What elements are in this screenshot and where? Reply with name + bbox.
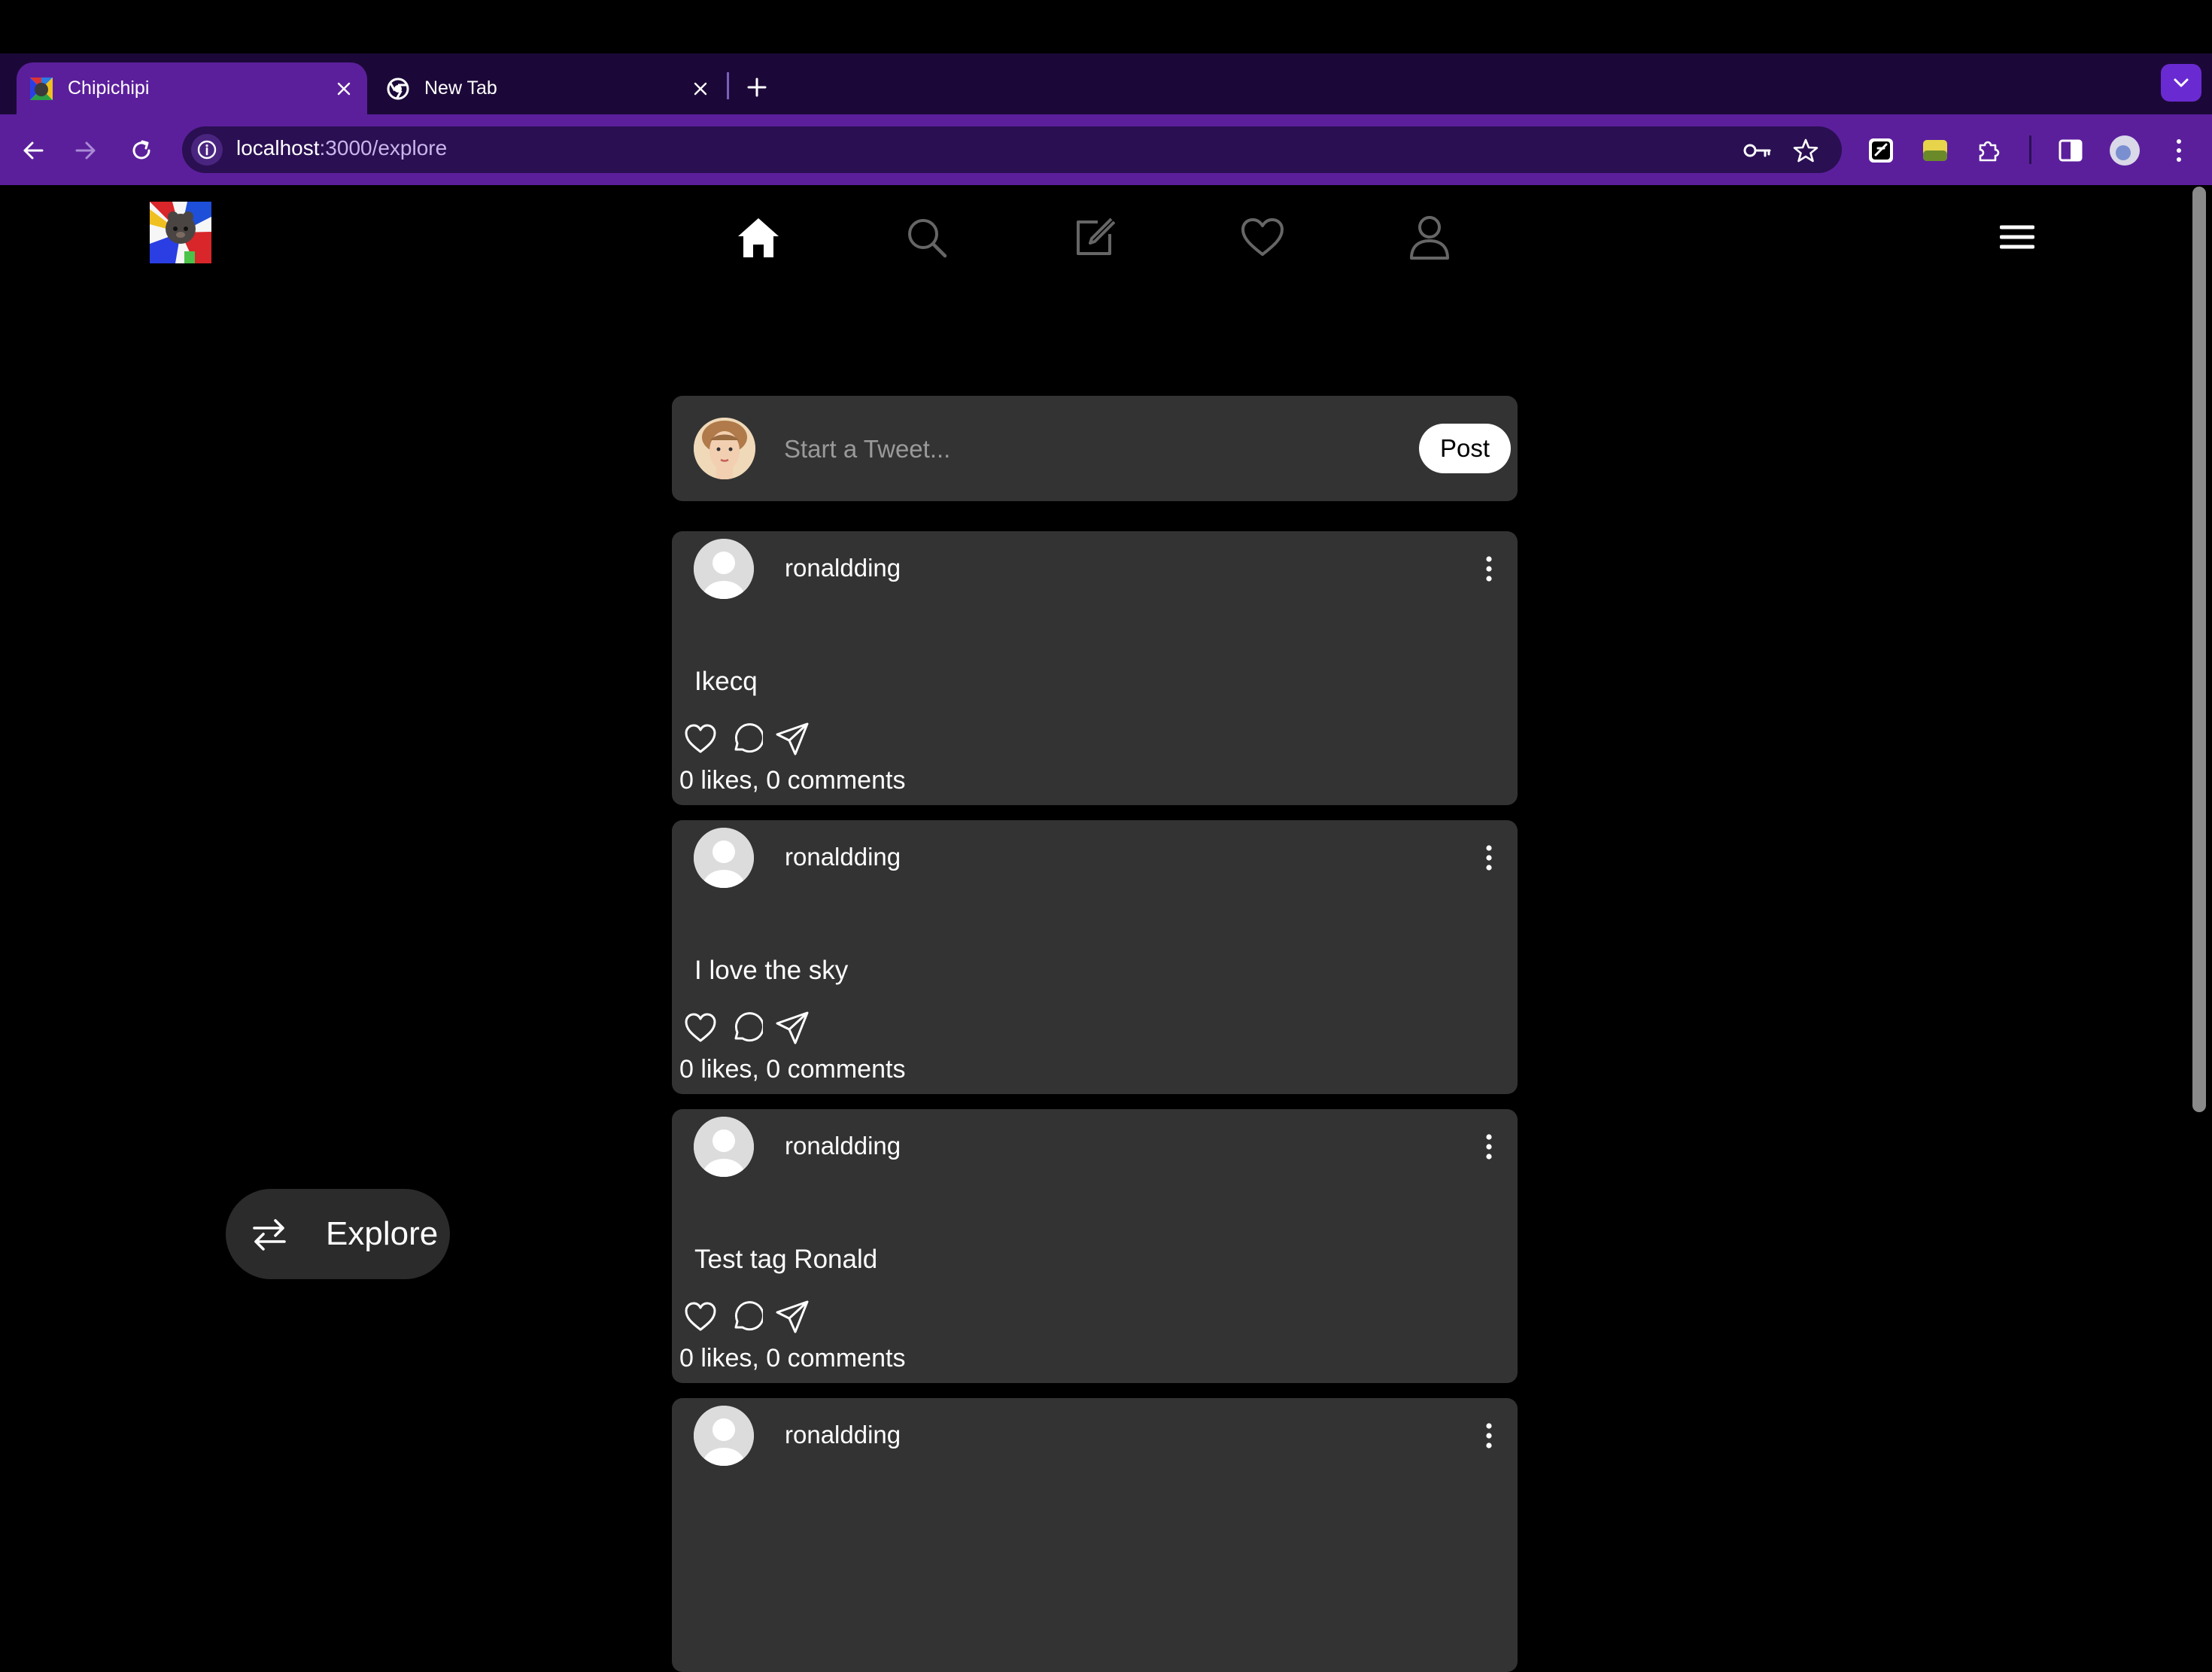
extension-app-icon[interactable] [1863, 132, 1899, 169]
reload-icon[interactable] [123, 132, 160, 169]
post-card: ronaldding Ikecq 0 likes, 0 comments [672, 531, 1518, 805]
nav-compose-icon[interactable] [1067, 211, 1121, 265]
explore-button[interactable]: Explore [226, 1189, 450, 1279]
comment-bubble-icon[interactable] [728, 721, 764, 757]
tab-search-chevron-icon[interactable] [2161, 64, 2201, 102]
nav-heart-icon[interactable] [1235, 211, 1290, 265]
like-heart-icon[interactable] [682, 1010, 719, 1046]
browser-menu-kebab-icon[interactable] [2161, 132, 2197, 169]
post-more-options-icon[interactable] [1474, 1129, 1504, 1165]
share-send-icon[interactable] [774, 1299, 810, 1335]
post-username[interactable]: ronaldding [785, 554, 901, 582]
bookmark-star-icon[interactable] [1788, 132, 1824, 169]
like-heart-icon[interactable] [682, 1299, 719, 1335]
close-tab-icon[interactable] [689, 78, 712, 100]
hamburger-menu-icon[interactable] [1994, 214, 2040, 260]
post-more-options-icon[interactable] [1474, 840, 1504, 876]
tweet-input[interactable] [782, 424, 1402, 475]
post-card: ronaldding Test tag Ronald 0 likes, 0 co… [672, 1109, 1518, 1383]
extensions-puzzle-icon[interactable] [1971, 132, 2007, 169]
post-text: Ikecq [694, 667, 758, 696]
post-more-options-icon[interactable] [1474, 1418, 1504, 1454]
post-stats: 0 likes, 0 comments [679, 1344, 906, 1373]
post-username[interactable]: ronaldding [785, 1132, 901, 1160]
share-send-icon[interactable] [774, 721, 810, 757]
toolbar-divider [2029, 135, 2031, 164]
tab-chipichipi[interactable]: Chipichipi [17, 62, 367, 114]
nav-search-icon[interactable] [900, 211, 954, 265]
url-host: localhost [236, 136, 320, 160]
url-path: :3000/explore [319, 136, 448, 160]
like-heart-icon[interactable] [682, 721, 719, 757]
post-username[interactable]: ronaldding [785, 843, 901, 871]
share-send-icon[interactable] [774, 1010, 810, 1046]
new-tab-plus-icon[interactable] [742, 72, 772, 102]
post-avatar[interactable] [694, 1406, 754, 1466]
side-panel-icon[interactable] [2052, 132, 2089, 169]
back-arrow-icon[interactable] [15, 132, 51, 169]
post-stats: 0 likes, 0 comments [679, 766, 906, 795]
nav-profile-icon[interactable] [1402, 211, 1457, 265]
post-text: Test tag Ronald [694, 1245, 878, 1274]
post-text: I love the sky [694, 956, 849, 985]
scrollbar-thumb[interactable] [2192, 187, 2206, 1112]
tab-divider [727, 72, 729, 99]
password-key-icon[interactable] [1740, 132, 1776, 169]
comment-bubble-icon[interactable] [728, 1299, 764, 1335]
close-tab-icon[interactable] [333, 78, 355, 100]
post-avatar[interactable] [694, 828, 754, 888]
tab-title: Chipichipi [68, 78, 150, 99]
post-avatar[interactable] [694, 1117, 754, 1177]
app-logo[interactable] [150, 202, 211, 263]
site-info-icon[interactable] [191, 134, 223, 166]
url-text[interactable]: localhost:3000/explore [236, 136, 447, 160]
post-more-options-icon[interactable] [1474, 551, 1504, 587]
swap-arrows-icon [248, 1213, 290, 1255]
post-username[interactable]: ronaldding [785, 1421, 901, 1449]
nav-home-icon[interactable] [731, 211, 785, 265]
post-actions [682, 721, 810, 757]
macos-titlebar [0, 0, 2212, 53]
tab-title: New Tab [424, 78, 497, 99]
extension-color-icon[interactable] [1917, 132, 1953, 169]
post-avatar[interactable] [694, 539, 754, 599]
post-stats: 0 likes, 0 comments [679, 1055, 906, 1084]
site-favicon-icon [30, 77, 53, 100]
post-card: ronaldding I love the sky 0 likes, 0 com… [672, 820, 1518, 1094]
user-avatar[interactable] [694, 418, 755, 479]
post-card: ronaldding [672, 1398, 1518, 1672]
post-actions [682, 1010, 810, 1046]
post-actions [682, 1299, 810, 1335]
post-button[interactable]: Post [1419, 424, 1511, 473]
forward-arrow-icon[interactable] [68, 132, 104, 169]
chrome-icon [387, 78, 409, 100]
comment-bubble-icon[interactable] [728, 1010, 764, 1046]
profile-avatar-icon[interactable] [2107, 132, 2143, 169]
tab-new-tab[interactable]: New Tab [373, 62, 724, 114]
explore-label: Explore [326, 1215, 439, 1252]
